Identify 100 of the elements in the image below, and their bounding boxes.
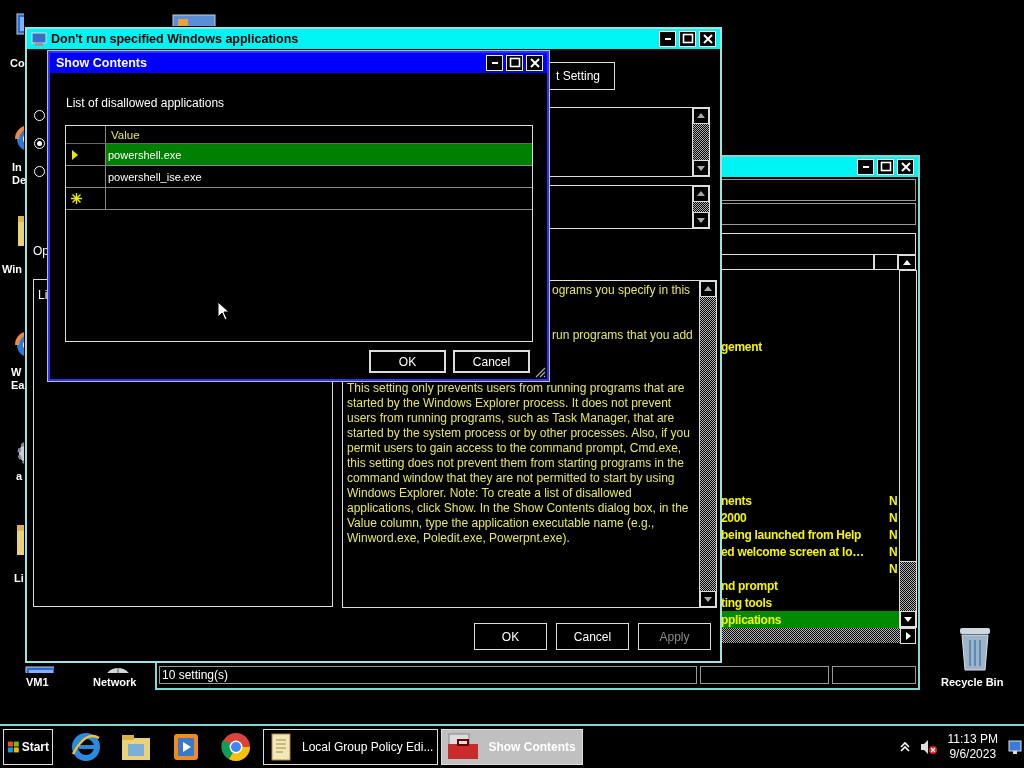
close-icon xyxy=(700,32,715,46)
close-icon xyxy=(527,56,542,70)
start-button[interactable]: Start xyxy=(3,729,53,765)
setting-row[interactable]: pplications xyxy=(721,611,899,628)
icon-label[interactable]: Li xyxy=(14,572,24,585)
setting-name: 2000 xyxy=(721,510,748,525)
setting-row[interactable]: N xyxy=(721,560,899,577)
icon-label[interactable]: a xyxy=(16,470,23,483)
minimize-icon xyxy=(664,38,671,40)
browser-icon[interactable] xyxy=(69,730,103,764)
setting-row[interactable]: ting tools xyxy=(721,594,899,611)
vertical-scrollbar[interactable] xyxy=(899,270,917,628)
help-text: run programs that you add xyxy=(551,328,694,343)
setting-name: nents xyxy=(721,493,753,508)
scroll-up-button[interactable] xyxy=(700,281,716,297)
list-caption: List of disallowed applications xyxy=(66,96,225,110)
vertical-scrollbar[interactable] xyxy=(692,186,709,228)
resize-grip-icon[interactable] xyxy=(534,366,546,378)
folder-icon[interactable] xyxy=(16,214,24,248)
icon-label[interactable]: Co xyxy=(10,57,25,70)
maximize-button[interactable] xyxy=(679,31,696,47)
setting-name: being launched from Help xyxy=(721,527,863,542)
table-cell[interactable]: powershell.exe xyxy=(106,144,532,165)
scroll-down-button[interactable] xyxy=(693,160,709,176)
mouse-pointer-icon xyxy=(217,301,230,321)
scroll-icon xyxy=(268,732,294,762)
scroll-up-button[interactable] xyxy=(693,186,709,202)
new-row-icon xyxy=(71,193,82,204)
windows-flag-icon xyxy=(7,740,20,754)
icon-label[interactable]: In xyxy=(12,161,27,174)
current-row-icon xyxy=(71,149,79,160)
folder-icon[interactable] xyxy=(15,523,24,557)
dialog-button[interactable]: OK xyxy=(369,350,446,373)
setting-state: N xyxy=(889,493,898,508)
icon-label[interactable]: VM1 xyxy=(26,676,49,689)
window-icon[interactable] xyxy=(172,14,216,26)
maximize-button[interactable] xyxy=(506,55,523,71)
maximize-icon xyxy=(680,32,695,46)
minimize-button[interactable] xyxy=(486,55,503,71)
recycle-bin-icon[interactable] xyxy=(958,626,992,672)
speaker-icon[interactable] xyxy=(919,739,938,755)
data-grid[interactable]: Value powershell.exe powershell_ise.exe xyxy=(65,125,533,342)
table-cell[interactable]: powershell_ise.exe xyxy=(106,166,532,187)
setting-row[interactable]: nents N xyxy=(721,492,899,509)
scroll-down-button[interactable] xyxy=(693,212,709,228)
icon-label[interactable]: Network xyxy=(93,676,137,689)
setting-row[interactable]: 2000 N xyxy=(721,509,899,526)
maximize-icon xyxy=(878,160,893,174)
minimize-button[interactable] xyxy=(659,31,676,47)
show-desktop-icon[interactable] xyxy=(1008,739,1022,755)
show-hidden-icons-icon[interactable] xyxy=(899,741,910,753)
setting-state: N xyxy=(889,561,898,576)
scroll-down-button[interactable] xyxy=(700,591,716,607)
setting-state: N xyxy=(889,510,898,525)
column-header[interactable]: Value xyxy=(106,126,532,143)
minimize-icon xyxy=(862,166,869,168)
minimize-icon xyxy=(491,62,498,64)
setting-row[interactable]: ed welcome screen at lo… N xyxy=(721,543,899,560)
icon-label[interactable]: Ea xyxy=(11,379,25,392)
setting-row[interactable]: being launched from Help N xyxy=(721,526,899,543)
maximize-icon xyxy=(507,56,522,70)
scroll-right-button[interactable] xyxy=(900,628,916,644)
status-text: 10 setting(s) xyxy=(159,666,697,684)
help-text: ograms you specify in this xyxy=(551,283,692,298)
icon-label[interactable]: Win xyxy=(2,263,23,276)
setting-name: pplications xyxy=(721,612,783,627)
dialog-button[interactable]: Cancel xyxy=(453,350,530,373)
close-button[interactable] xyxy=(699,31,716,47)
minimize-button[interactable] xyxy=(857,159,874,175)
scroll-up-button[interactable] xyxy=(693,108,709,124)
options-list-label: Li xyxy=(38,288,48,302)
icon-label[interactable]: De xyxy=(12,174,27,187)
window-icon xyxy=(31,31,47,47)
clock-date[interactable]: 9/6/2023 xyxy=(949,747,997,762)
setting-name: ting tools xyxy=(721,595,773,610)
close-button[interactable] xyxy=(526,55,543,71)
close-button[interactable] xyxy=(897,159,914,175)
dialog-button[interactable]: Cancel xyxy=(556,623,629,650)
setting-state: N xyxy=(889,544,898,559)
close-icon xyxy=(898,160,913,174)
setting-name: ed welcome screen at lo… xyxy=(721,544,865,559)
icon-label[interactable]: Recycle Bin xyxy=(941,676,1004,689)
scroll-down-button[interactable] xyxy=(900,611,916,627)
toolbox-icon xyxy=(446,732,481,762)
scrollbar-track[interactable] xyxy=(693,202,709,212)
scroll-up-button[interactable] xyxy=(898,255,916,270)
help-text: This setting only prevents users from running programs that are started by the Windows Explorer process. It does not prevent users from running programs, such as Task Manager, that are started by the system process or by other processes. Also, if you permit users to gain access to the command prompt, Cmd.exe, this setting does not prevent them from starting programs in the command window that they are not permitted to start by using Windows Explorer. Note: To create a list of disallowed applications, click Show. In the Show Contents dialog box, in the Value column, type the application executable name (e.g., Winword.exe, Poledit.exe, Powerpnt.exe). xyxy=(347,381,691,546)
vertical-scrollbar[interactable] xyxy=(692,108,709,176)
taskbar-button[interactable]: Local Group Policy Edi... xyxy=(263,729,439,765)
vertical-scrollbar[interactable] xyxy=(699,281,716,607)
clock-time[interactable]: 11:13 PM xyxy=(947,732,998,747)
window-title: Show Contents xyxy=(56,56,148,70)
setting-name: nd prompt xyxy=(721,578,779,593)
setting-state: N xyxy=(889,527,898,542)
maximize-button[interactable] xyxy=(877,159,894,175)
setting-row[interactable]: nd prompt xyxy=(721,577,899,594)
icon-label[interactable]: W xyxy=(11,366,25,379)
category-item[interactable]: gement xyxy=(721,340,762,354)
window-title: Don't run specified Windows applications xyxy=(51,32,300,46)
dialog-button[interactable]: OK xyxy=(474,623,547,650)
